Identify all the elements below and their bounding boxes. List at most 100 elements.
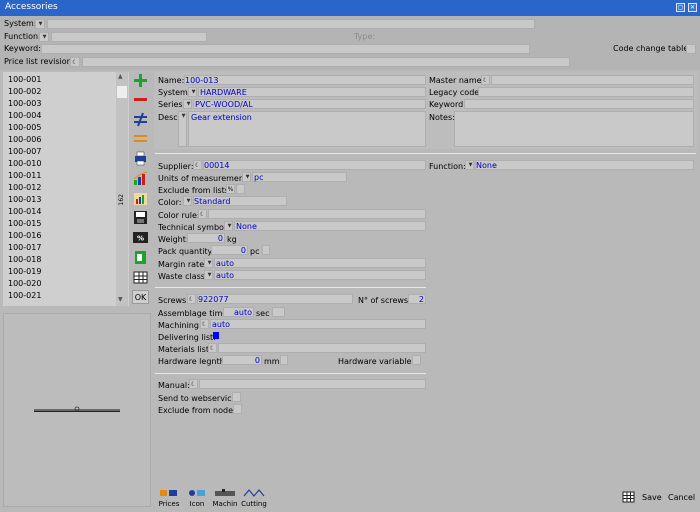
list-item[interactable]: 100-010 [8, 159, 41, 168]
manual-clear-icon[interactable]: ☾ [189, 379, 198, 389]
keyword-field[interactable] [464, 99, 694, 109]
uom-dropdown[interactable]: ▼ [242, 172, 251, 182]
ok-button[interactable]: OK [132, 290, 149, 304]
list-item[interactable]: 100-021 [8, 291, 41, 300]
price-list-input[interactable] [82, 57, 570, 67]
tab-cutting[interactable]: Cutting [241, 488, 267, 508]
system-filter-input[interactable] [47, 19, 535, 29]
hw-vars-checkbox[interactable] [412, 355, 421, 365]
series-field[interactable]: PVC-WOOD/AL [193, 99, 426, 109]
hundred-percent-button[interactable]: % [131, 229, 150, 246]
supplier-field[interactable]: 00014 [203, 160, 426, 170]
name-field[interactable]: 100-013 [184, 75, 426, 85]
list-item[interactable]: 100-016 [8, 231, 41, 240]
master-name-clear-icon[interactable]: ☾ [481, 75, 490, 85]
materials-field[interactable] [218, 343, 426, 353]
not-equal-button[interactable] [131, 111, 150, 128]
remove-button[interactable] [131, 91, 150, 108]
desc-dropdown[interactable]: ▼ [178, 111, 187, 147]
list-item[interactable]: 100-020 [8, 279, 41, 288]
exclude-nodes-checkbox[interactable] [233, 404, 242, 414]
weight-field[interactable]: 0 [187, 233, 225, 243]
send-ws-checkbox[interactable] [232, 392, 241, 402]
add-button[interactable] [131, 72, 150, 89]
num-screws-field[interactable]: 2 [408, 294, 426, 304]
desc-field[interactable]: Gear extension [188, 111, 426, 147]
pack-qty-extra-field[interactable] [262, 245, 270, 255]
list-item[interactable]: 100-004 [8, 111, 41, 120]
manual-field[interactable] [199, 379, 426, 389]
function-filter-dropdown[interactable]: ▼ [39, 32, 49, 42]
delivering-checkbox[interactable] [213, 332, 219, 339]
machining-field[interactable]: auto [210, 319, 426, 329]
grid-view-button[interactable] [622, 491, 635, 503]
assemblage-field[interactable]: auto [223, 307, 254, 317]
scroll-up-icon[interactable]: ▲ [118, 73, 123, 80]
margin-rate-dropdown[interactable]: ▼ [204, 258, 213, 268]
report-button[interactable] [131, 190, 150, 207]
tech-symbol-dropdown[interactable]: ▼ [224, 221, 233, 231]
tab-machin[interactable]: Machin [212, 488, 238, 508]
list-item[interactable]: 100-007 [8, 147, 41, 156]
list-scrollbar[interactable]: ▲ 162 ▼ [116, 72, 128, 306]
machining-clear-icon[interactable]: ☾ [200, 319, 209, 329]
assemblage-extra-field[interactable] [272, 307, 285, 317]
save-button[interactable]: Save [642, 493, 662, 502]
function-field[interactable]: None [475, 160, 694, 170]
waste-class-dropdown[interactable]: ▼ [204, 270, 213, 280]
code-change-checkbox[interactable] [686, 44, 696, 54]
notes-field[interactable] [454, 111, 694, 147]
system-field[interactable]: HARDWARE [198, 87, 426, 97]
system-filter-dropdown[interactable]: ▼ [35, 19, 45, 29]
list-item[interactable]: 100-005 [8, 123, 41, 132]
hw-length-field[interactable]: 0 [222, 355, 262, 365]
color-field[interactable]: Standard [193, 196, 287, 206]
list-item[interactable]: 100-018 [8, 255, 41, 264]
list-item[interactable]: 100-002 [8, 87, 41, 96]
exclude-lists-icon[interactable]: % [226, 184, 235, 194]
series-dropdown[interactable]: ▼ [183, 99, 192, 109]
function-dropdown[interactable]: ▼ [465, 160, 474, 170]
cancel-button[interactable]: Cancel [668, 493, 695, 502]
print-button[interactable] [131, 150, 150, 167]
list-item[interactable]: 100-017 [8, 243, 41, 252]
color-rule-clear-icon[interactable]: ☾ [198, 209, 207, 219]
export-button[interactable] [131, 249, 150, 266]
keyword-filter-input[interactable] [41, 44, 530, 54]
list-item[interactable]: 100-011 [8, 171, 41, 180]
legacy-code-field[interactable] [478, 87, 694, 97]
list-item[interactable]: 100-006 [8, 135, 41, 144]
exclude-lists-checkbox[interactable] [236, 184, 245, 194]
hw-length-extra-field[interactable] [280, 355, 288, 365]
save-disk-button[interactable] [131, 209, 150, 226]
function-filter-input[interactable] [51, 32, 207, 42]
uom-field[interactable]: pc [252, 172, 347, 182]
pack-qty-field[interactable]: 0 [211, 245, 248, 255]
scroll-down-icon[interactable]: ▼ [118, 296, 123, 303]
waste-class-field[interactable]: auto [214, 270, 426, 280]
color-dropdown[interactable]: ▼ [183, 196, 192, 206]
price-list-clear-icon[interactable]: ☾ [70, 57, 80, 67]
list-item[interactable]: 100-015 [8, 219, 41, 228]
restore-icon[interactable]: ▢ [676, 3, 685, 12]
supplier-clear-icon[interactable]: ☾ [193, 160, 202, 170]
screws-field[interactable]: 922077 [197, 294, 353, 304]
screws-clear-icon[interactable]: ☾ [187, 294, 196, 304]
materials-clear-icon[interactable]: ☾ [208, 343, 217, 353]
list-item[interactable]: 100-012 [8, 183, 41, 192]
list-item[interactable]: 100-014 [8, 207, 41, 216]
scroll-thumb[interactable] [117, 86, 127, 98]
tech-symbol-field[interactable]: None [234, 221, 426, 231]
tab-prices[interactable]: Prices [157, 488, 181, 508]
margin-rate-field[interactable]: auto [214, 258, 426, 268]
list-item[interactable]: 100-013 [8, 195, 41, 204]
table-button[interactable] [131, 269, 150, 286]
equal-button[interactable] [131, 130, 150, 147]
list-item[interactable]: 100-001 [8, 75, 41, 84]
close-icon[interactable]: ✕ [688, 3, 697, 12]
tab-icon[interactable]: Icon [185, 488, 209, 508]
chart-button[interactable] [131, 170, 150, 187]
master-name-field[interactable] [491, 75, 694, 85]
color-rule-field[interactable] [208, 209, 426, 219]
list-item[interactable]: 100-019 [8, 267, 41, 276]
